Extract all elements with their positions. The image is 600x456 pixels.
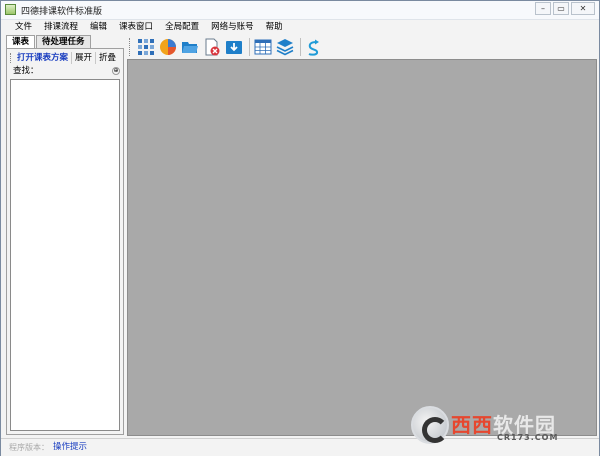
toolbar-grip[interactable] [129, 37, 133, 56]
toolbar-separator [300, 37, 301, 56]
menu-global-config[interactable]: 全局配置 [159, 20, 205, 34]
left-panel-body: 打开课表方案 展开 折叠 查找： ⊕ [6, 48, 124, 435]
watermark-c-icon [411, 406, 449, 444]
menu-file[interactable]: 文件 [9, 20, 38, 34]
status-hint: 操作提示 [53, 442, 88, 452]
left-tabs: 课表 待处理任务 [6, 35, 92, 49]
expand-button[interactable]: 展开 [72, 52, 97, 64]
search-label: 查找： [13, 66, 39, 76]
window-title: 四德排课软件标准版 [21, 7, 103, 17]
main-toolbar [127, 35, 597, 58]
menu-schedule-window[interactable]: 课表窗口 [113, 20, 159, 34]
menu-edit[interactable]: 编辑 [84, 20, 113, 34]
window-controls: – ▭ ✕ [535, 2, 595, 15]
open-folder-icon[interactable] [180, 37, 200, 57]
title-bar[interactable]: 四德排课软件标准版 – ▭ ✕ [1, 1, 599, 20]
table-icon[interactable] [253, 37, 273, 57]
schedule-grid-icon[interactable] [136, 37, 156, 57]
tab-schedule[interactable]: 课表 [6, 35, 36, 49]
collapse-button[interactable]: 折叠 [96, 52, 119, 64]
layers-icon[interactable] [275, 37, 295, 57]
search-options-icon[interactable]: ⊕ [112, 67, 120, 75]
export-arrow-icon[interactable] [304, 37, 324, 57]
open-scheme-button[interactable]: 打开课表方案 [13, 52, 73, 64]
search-row: 查找： ⊕ [10, 66, 120, 77]
menu-help[interactable]: 帮助 [260, 20, 289, 34]
restore-button[interactable]: ▭ [553, 2, 569, 15]
menu-scheduling-flow[interactable]: 排课流程 [38, 20, 84, 34]
left-toolbar: 打开课表方案 展开 折叠 [10, 52, 120, 64]
app-icon [5, 4, 16, 15]
pie-chart-icon[interactable] [158, 37, 178, 57]
left-panel: 课表 待处理任务 打开课表方案 展开 折叠 查找： ⊕ [4, 35, 124, 436]
close-document-icon[interactable] [202, 37, 222, 57]
workspace-area[interactable] [127, 59, 597, 436]
watermark-logo: 西西软件园 CR173.COM [411, 406, 589, 446]
watermark-url: CR173.COM [497, 433, 559, 442]
search-input[interactable] [38, 66, 116, 76]
app-window: 四德排课软件标准版 – ▭ ✕ 文件 排课流程 编辑 课表窗口 全局配置 网络与… [0, 0, 600, 456]
minimize-button[interactable]: – [535, 2, 551, 15]
version-label: 程序版本： [9, 443, 49, 452]
schedule-tree[interactable] [10, 79, 120, 431]
toolbar-separator [249, 37, 250, 56]
close-button[interactable]: ✕ [571, 2, 595, 15]
download-folder-icon[interactable] [224, 37, 244, 57]
menu-bar: 文件 排课流程 编辑 课表窗口 全局配置 网络与账号 帮助 [1, 20, 599, 34]
menu-network-account[interactable]: 网络与账号 [205, 20, 260, 34]
tab-pending-tasks[interactable]: 待处理任务 [36, 35, 91, 48]
